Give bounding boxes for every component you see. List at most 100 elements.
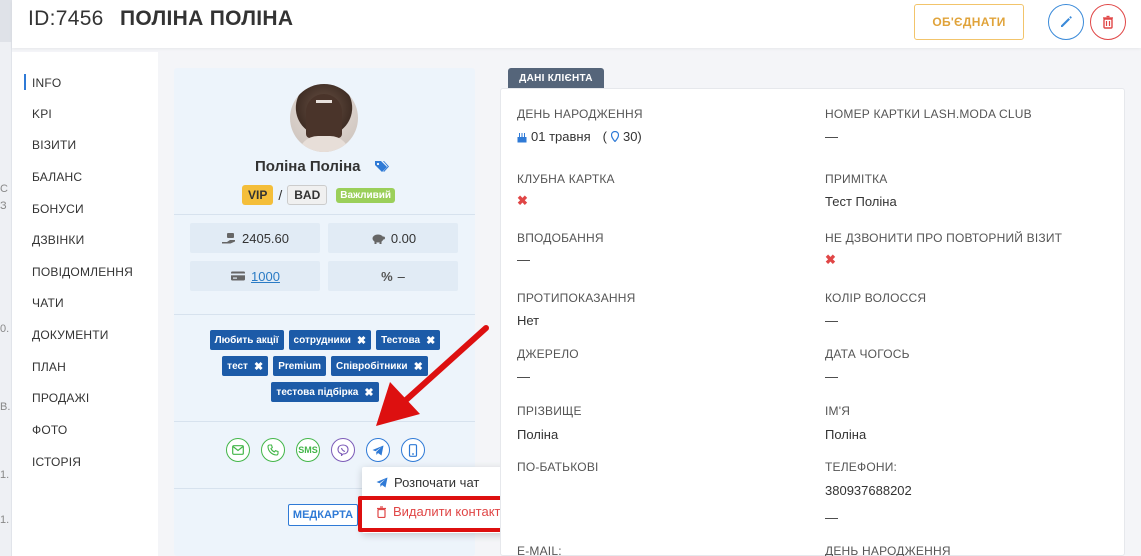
telegram-icon — [376, 477, 388, 488]
start-chat-menu-item[interactable]: Розпочати чат — [376, 475, 479, 490]
tag-chip[interactable]: тестова підбірка ✖ — [271, 382, 379, 402]
tag-chip-label: сотрудники — [293, 334, 351, 346]
savings-value: 0.00 — [390, 230, 417, 246]
background-text: З — [0, 200, 7, 212]
background-header — [0, 0, 12, 42]
tag-chip-label: тестова підбірка — [276, 386, 359, 398]
likes-label: ВПОДОБАННЯ — [517, 231, 604, 245]
nav-item-kpi[interactable]: KPI — [32, 107, 52, 121]
trash-icon — [1103, 15, 1113, 29]
remove-tag-icon[interactable]: ✖ — [254, 360, 263, 373]
piggy-bank-icon — [372, 234, 385, 244]
communication-buttons: SMS — [226, 438, 425, 462]
tag-chip-label: Premium — [278, 360, 321, 372]
smartphone-icon — [408, 443, 418, 457]
card-balance-link[interactable]: 1000 — [251, 269, 280, 284]
divider — [174, 314, 475, 315]
surname-label: ПРІЗВИЩЕ — [517, 404, 582, 418]
client-header: ID:7456 ПОЛІНА ПОЛІНА ОБ'ЄДНАТИ — [12, 0, 1141, 48]
telegram-icon — [372, 445, 384, 455]
phone-value[interactable]: 380937688202 — [825, 483, 912, 498]
important-badge: Важливий — [336, 187, 396, 203]
surname-value: Поліна — [517, 427, 559, 442]
phone-icon — [267, 444, 279, 456]
background-text: С — [0, 183, 8, 195]
email-label: E-MAIL: — [517, 544, 562, 556]
nav-item-calls[interactable]: ДЗВІНКИ — [32, 233, 84, 247]
badge-separator: / — [278, 187, 283, 203]
mobile-button[interactable] — [401, 438, 425, 462]
nav-item-chats[interactable]: ЧАТИ — [32, 296, 64, 310]
merge-button[interactable]: ОБ'ЄДНАТИ — [914, 4, 1024, 40]
remove-tag-icon[interactable]: ✖ — [357, 334, 366, 347]
tag-chip-label: тест — [227, 360, 248, 372]
profile-name: Поліна Поліна — [255, 158, 361, 175]
balance-value: 2405.60 — [242, 230, 289, 246]
sms-button[interactable]: SMS — [296, 438, 320, 462]
divider — [174, 214, 475, 215]
tag-chip-label: Любить акції — [214, 334, 279, 346]
status-badges: VIP / BAD Важливий — [242, 185, 396, 205]
viber-button[interactable] — [331, 438, 355, 462]
telegram-button[interactable] — [366, 438, 390, 462]
background-text: 1. — [0, 514, 10, 526]
first-name-value: Поліна — [825, 427, 867, 442]
birthday-value: 01 травня ( 30) — [517, 129, 642, 144]
credit-card-icon — [231, 271, 246, 281]
nav-item-visits[interactable]: ВІЗИТИ — [32, 138, 76, 152]
nav-item-plan[interactable]: ПЛАН — [32, 360, 66, 374]
nav-item-history[interactable]: ІСТОРІЯ — [32, 455, 81, 469]
likes-value: — — [517, 252, 530, 267]
some-date-label: ДАТА ЧОГОСЬ — [825, 347, 910, 361]
note-label: ПРИМІТКА — [825, 172, 888, 186]
nav-item-sales[interactable]: ПРОДАЖІ — [32, 391, 89, 405]
cake-icon — [517, 132, 527, 142]
nav-item-photo[interactable]: ФОТО — [32, 423, 67, 437]
source-value: — — [517, 369, 530, 384]
tag-chip[interactable]: Любить акції — [209, 330, 284, 350]
nav-item-messages[interactable]: ПОВІДОМЛЕННЯ — [32, 265, 133, 279]
club-card-no-icon: ✖ — [517, 193, 528, 208]
avatar-shoulders — [298, 136, 350, 152]
nav-item-bonuses[interactable]: БОНУСИ — [32, 202, 84, 216]
edit-button[interactable] — [1048, 4, 1084, 40]
birthday-date: 01 травня — [531, 129, 591, 144]
card-number-value: — — [825, 129, 838, 144]
avatar[interactable] — [290, 84, 358, 152]
medcard-button[interactable]: МЕДКАРТА — [288, 504, 358, 526]
discount-value: – — [397, 268, 405, 284]
percent-icon: % — [381, 268, 393, 284]
nav-item-documents[interactable]: ДОКУМЕНТИ — [32, 328, 109, 342]
client-data-tab[interactable]: ДАНІ КЛІЄНТА — [508, 68, 604, 88]
avatar-hairclip — [316, 100, 332, 103]
background-text: 1. — [0, 469, 10, 481]
nav-item-info[interactable]: INFO — [32, 76, 61, 90]
tag-chip[interactable]: сотрудники ✖ — [288, 330, 372, 350]
delete-button[interactable] — [1090, 4, 1126, 40]
no-call-label: НЕ ДЗВОНИТИ ПРО ПОВТОРНИЙ ВІЗИТ — [825, 231, 1063, 245]
viber-icon — [337, 444, 349, 456]
bad-badge: BAD — [287, 185, 328, 205]
phone-value-empty: — — [825, 510, 838, 525]
client-sidebar-nav: INFO KPI ВІЗИТИ БАЛАНС БОНУСИ ДЗВІНКИ ПО… — [12, 52, 158, 556]
club-card-label: КЛУБНА КАРТКА — [517, 172, 615, 186]
annotation-arrow — [376, 325, 489, 426]
hair-color-label: КОЛІР ВОЛОССЯ — [825, 291, 927, 305]
first-name-label: ІМ'Я — [825, 404, 851, 418]
birthday-label: ДЕНЬ НАРОДЖЕННЯ — [517, 107, 643, 121]
call-button[interactable] — [261, 438, 285, 462]
hair-color-value: — — [825, 313, 838, 328]
nav-item-balance[interactable]: БАЛАНС — [32, 170, 82, 184]
pencil-icon — [1061, 16, 1072, 27]
client-id: ID:7456 — [28, 7, 104, 30]
card-stat: 1000 — [190, 261, 320, 291]
email-button[interactable] — [226, 438, 250, 462]
contraindications-value: Нет — [517, 313, 540, 328]
tag-icon[interactable] — [374, 160, 390, 179]
tag-chip[interactable]: Premium — [273, 356, 326, 376]
tag-chip[interactable]: тест ✖ — [222, 356, 269, 376]
active-nav-indicator — [24, 74, 26, 90]
background-text: В. — [0, 401, 11, 413]
discount-stat: % – — [328, 261, 458, 291]
card-number-label: НОМЕР КАРТКИ LASH.MODA CLUB — [825, 107, 1032, 121]
